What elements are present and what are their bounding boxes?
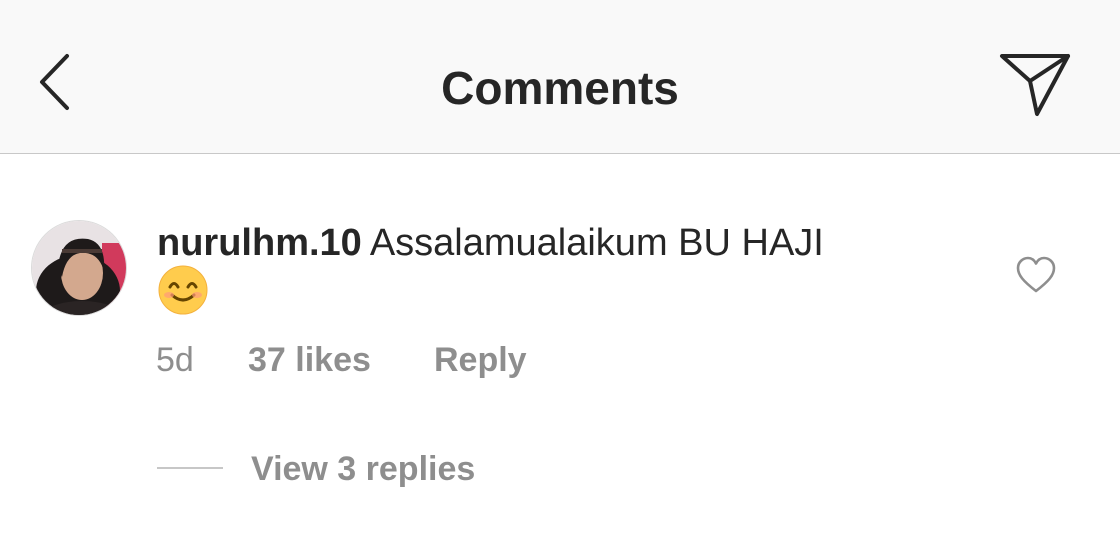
view-replies-button[interactable]: View 3 replies	[251, 447, 475, 491]
replies-divider	[157, 467, 223, 469]
header-bar: Comments	[0, 0, 1120, 154]
likes-count-link[interactable]: 37 likes	[248, 338, 371, 382]
page-title: Comments	[441, 62, 679, 114]
profile-photo	[32, 221, 126, 315]
comment-body: nurulhm.10 Assalamualaikum BU HAJI	[157, 219, 957, 267]
share-button[interactable]	[992, 46, 1078, 122]
comment-text: Assalamualaikum BU HAJI	[369, 222, 824, 264]
smiling-face-emoji	[158, 265, 208, 315]
comment-timestamp: 5d	[156, 341, 194, 379]
avatar[interactable]	[31, 220, 127, 316]
heart-outline-icon	[1016, 256, 1056, 293]
like-button[interactable]	[1014, 255, 1058, 295]
reply-button[interactable]: Reply	[434, 338, 527, 382]
comment-username[interactable]: nurulhm.10	[157, 222, 362, 264]
paper-plane-icon	[1000, 54, 1070, 116]
